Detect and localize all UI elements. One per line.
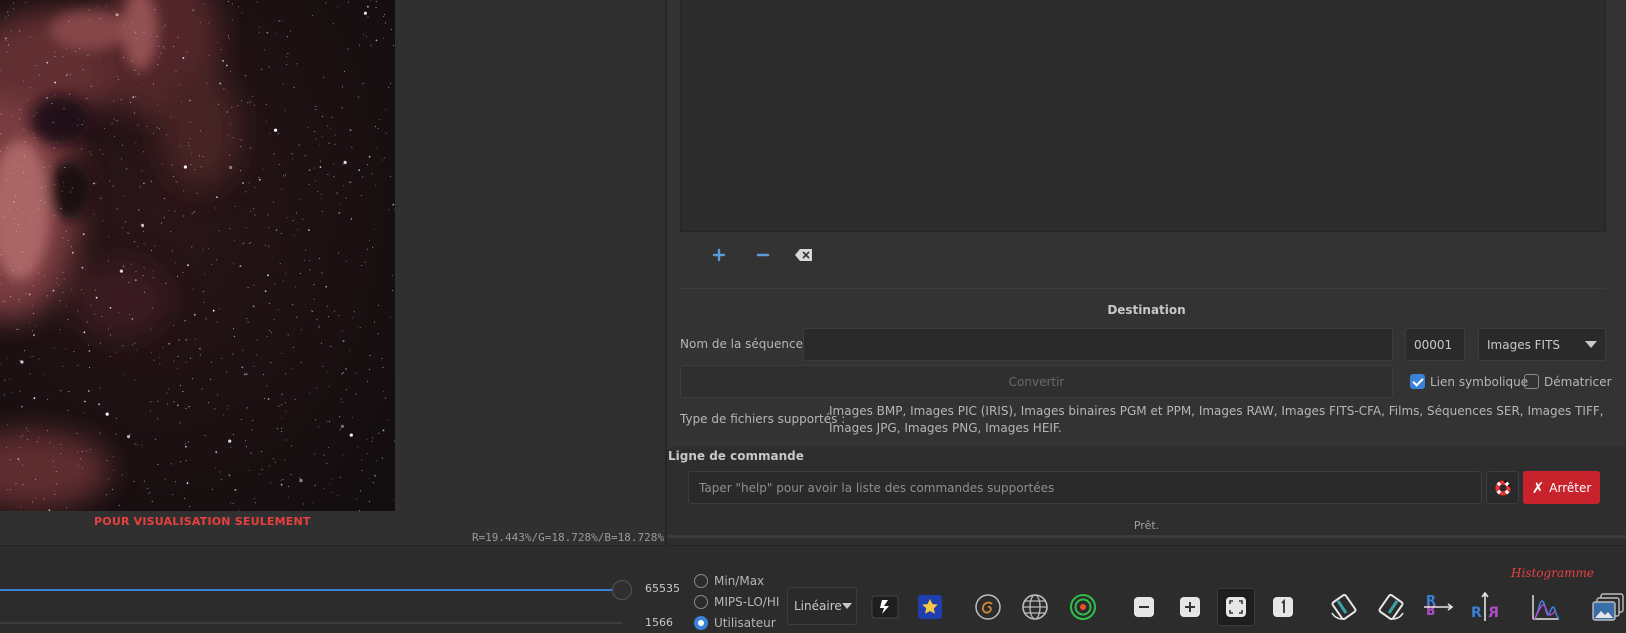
- radio-off-icon: [694, 595, 708, 609]
- symlink-checkbox[interactable]: Lien symbolique: [1410, 374, 1528, 389]
- clear-list-button[interactable]: [789, 240, 819, 270]
- zoom-one-to-one-icon: [1273, 597, 1293, 617]
- zoom-out-icon: [1134, 597, 1154, 617]
- astro-image: [0, 0, 395, 511]
- autostretch-button[interactable]: [866, 588, 904, 626]
- stop-button[interactable]: ✗ Arrêter: [1523, 471, 1600, 504]
- slider-track: [0, 589, 612, 591]
- rotate-right-button[interactable]: [1372, 588, 1410, 626]
- rgb-readout: R=19.443%/G=18.728%/B=18.728%: [471, 531, 664, 544]
- status-text: Prêt.: [1133, 519, 1160, 532]
- histogram-icon: [1532, 595, 1560, 620]
- zoom-fit-icon: [1226, 597, 1246, 617]
- destination-title: Destination: [1107, 303, 1186, 317]
- help-button[interactable]: [1486, 471, 1519, 504]
- radio-minmax[interactable]: Min/Max: [694, 574, 764, 588]
- svg-text:R: R: [1488, 605, 1499, 621]
- radio-minmax-label: Min/Max: [714, 574, 765, 588]
- svg-text:R: R: [1471, 605, 1482, 621]
- start-index-input[interactable]: 00001: [1405, 328, 1465, 361]
- target-icon: [1070, 594, 1096, 620]
- galaxy-icon: [975, 594, 1001, 620]
- histogram-tooltip: Histogramme: [1511, 566, 1594, 580]
- debayer-label: Dématricer: [1544, 374, 1612, 389]
- convert-button[interactable]: Convertir: [680, 365, 1393, 398]
- file-list-toolbar: [667, 240, 967, 276]
- sequence-name-input[interactable]: [803, 328, 1393, 361]
- svg-text:R: R: [1426, 601, 1436, 616]
- rotate-right-icon: [1378, 594, 1404, 620]
- zoom-out-button[interactable]: [1125, 588, 1163, 626]
- radio-mips-label: MIPS-LO/HI: [714, 595, 780, 609]
- output-format-value: Images FITS: [1487, 337, 1561, 352]
- command-line-section: Ligne de commande Taper "help" pour avoi…: [667, 447, 1626, 545]
- chevron-down-icon: [1585, 341, 1597, 348]
- display-scale-value: Linéaire: [794, 599, 842, 613]
- remove-files-button[interactable]: [748, 240, 778, 270]
- plus-icon: [712, 248, 726, 262]
- mirror-x-icon: R R: [1424, 594, 1454, 616]
- histogram-button[interactable]: [1527, 588, 1565, 626]
- image-gallery-button[interactable]: [1589, 588, 1626, 626]
- separator: [680, 288, 1606, 289]
- zoom-in-button[interactable]: [1171, 588, 1209, 626]
- add-files-button[interactable]: [704, 240, 734, 270]
- preview-only-caption: POUR VISUALISATION SEULEMENT: [94, 515, 311, 528]
- checkbox-checked-icon: [1410, 374, 1425, 389]
- gallery-icon: [1592, 593, 1624, 621]
- file-list[interactable]: [680, 0, 1606, 232]
- low-threshold-value: 1566: [645, 616, 673, 629]
- stop-label: Arrêter: [1549, 480, 1592, 495]
- globe-icon: [1022, 594, 1048, 620]
- display-scale-select[interactable]: Linéaire: [787, 587, 857, 625]
- sequence-name-label: Nom de la séquence :: [680, 337, 811, 351]
- radio-mips[interactable]: MIPS-LO/HI: [694, 595, 779, 609]
- close-icon: ✗: [1531, 478, 1545, 497]
- rotate-left-icon: [1331, 594, 1357, 620]
- mirror-y-button[interactable]: R R: [1466, 588, 1504, 626]
- chevron-down-icon: [841, 603, 852, 609]
- world-coordinates-button[interactable]: [1016, 588, 1054, 626]
- mirror-y-icon: R R: [1471, 591, 1499, 621]
- siril-window: POUR VISUALISATION SEULEMENT R=19.443%/G…: [0, 0, 1626, 633]
- display-toolbar: 65535 1566 Min/Max MIPS-LO/HI Utilisateu…: [0, 545, 1626, 633]
- minus-icon: [756, 253, 770, 257]
- star-tool-button[interactable]: [911, 588, 949, 626]
- rotate-left-button[interactable]: [1325, 588, 1363, 626]
- autostretch-icon: [871, 595, 899, 619]
- star-icon: [918, 595, 942, 619]
- command-input[interactable]: Taper "help" pour avoir la liste des com…: [688, 471, 1482, 504]
- high-threshold-slider[interactable]: [0, 580, 632, 600]
- conversion-panel: Destination Nom de la séquence : 00001 I…: [667, 0, 1626, 545]
- radio-on-icon: [694, 616, 708, 630]
- radio-user-label: Utilisateur: [714, 616, 776, 630]
- low-threshold-slider[interactable]: [0, 622, 622, 624]
- zoom-fit-button[interactable]: [1217, 588, 1255, 626]
- radio-user[interactable]: Utilisateur: [694, 616, 776, 630]
- slider-handle[interactable]: [612, 580, 632, 600]
- lifebuoy-icon: [1495, 480, 1510, 495]
- target-button[interactable]: [1064, 588, 1102, 626]
- supported-types-text: Images BMP, Images PIC (IRIS), Images bi…: [829, 404, 1604, 435]
- radio-off-icon: [694, 574, 708, 588]
- output-format-select[interactable]: Images FITS: [1478, 328, 1606, 361]
- backspace-icon: [795, 249, 812, 261]
- symlink-label: Lien symbolique: [1430, 374, 1529, 389]
- zoom-actual-button[interactable]: [1264, 588, 1302, 626]
- zoom-in-icon: [1180, 597, 1200, 617]
- supported-types-label: Type de fichiers supportés :: [680, 412, 846, 426]
- checkbox-unchecked-icon: [1524, 374, 1539, 389]
- high-threshold-value: 65535: [645, 582, 680, 595]
- separator: [667, 535, 1626, 538]
- command-line-title: Ligne de commande: [668, 449, 804, 463]
- astrometry-button[interactable]: [969, 588, 1007, 626]
- debayer-checkbox[interactable]: Dématricer: [1524, 374, 1612, 389]
- mirror-x-button[interactable]: R R: [1419, 588, 1457, 626]
- image-viewer[interactable]: POUR VISUALISATION SEULEMENT R=19.443%/G…: [0, 0, 666, 545]
